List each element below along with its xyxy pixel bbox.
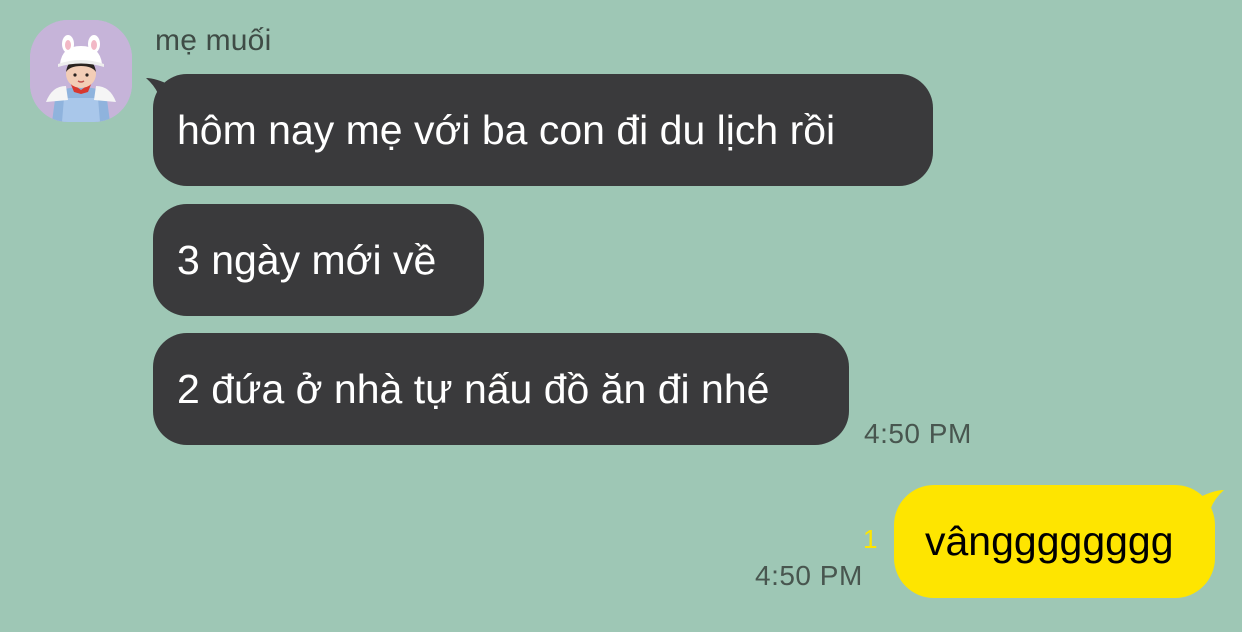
chat-view: mẹ muối hôm nay mẹ với ba con đi du lịch… (0, 0, 1242, 632)
child-avatar-icon (30, 20, 132, 122)
incoming-timestamp: 4:50 PM (864, 418, 972, 449)
incoming-message-bubble[interactable]: 2 đứa ở nhà tự nấu đồ ăn đi nhé (153, 333, 849, 445)
outgoing-message-bubble[interactable]: vângggggggg (894, 485, 1215, 598)
message-text: hôm nay mẹ với ba con đi du lịch rồi (177, 107, 836, 153)
unread-count: 1 (863, 524, 878, 554)
sender-avatar[interactable] (30, 20, 132, 122)
message-text: 3 ngày mới về (177, 237, 437, 283)
sender-name: mẹ muối (155, 24, 272, 57)
incoming-message-bubble[interactable]: hôm nay mẹ với ba con đi du lịch rồi (153, 74, 933, 186)
outgoing-timestamp: 4:50 PM (755, 560, 863, 591)
incoming-message-bubble[interactable]: 3 ngày mới về (153, 204, 484, 316)
message-text: vângggggggg (925, 518, 1174, 564)
message-text: 2 đứa ở nhà tự nấu đồ ăn đi nhé (177, 366, 770, 412)
